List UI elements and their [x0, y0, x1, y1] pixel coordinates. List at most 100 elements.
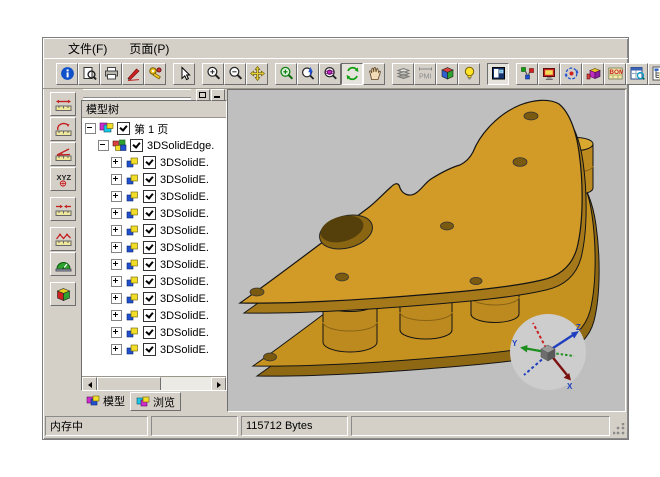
visibility-checkbox[interactable] [143, 309, 156, 322]
rotate-button[interactable] [341, 63, 363, 85]
zoom-in-button[interactable] [202, 63, 224, 85]
visibility-checkbox[interactable] [143, 224, 156, 237]
expand-expander[interactable] [111, 157, 122, 168]
tree-label[interactable]: 第 1 页 [134, 121, 168, 137]
expand-expander[interactable] [111, 174, 122, 185]
menu-page[interactable]: 页面(P) [120, 38, 178, 59]
scrollbar-track[interactable] [161, 377, 211, 390]
markup-button[interactable] [122, 63, 144, 85]
bounding-box-button[interactable] [50, 282, 76, 306]
tree-row-part[interactable]: 3DSolidE. [82, 341, 226, 358]
tree-row-part[interactable]: 3DSolidE. [82, 222, 226, 239]
tree-label[interactable]: 3DSolidEdge. [147, 140, 214, 152]
visibility-checkbox[interactable] [143, 156, 156, 169]
menu-file[interactable]: 文件(F) [59, 38, 116, 59]
expand-expander[interactable] [111, 310, 122, 321]
visibility-checkbox[interactable] [143, 190, 156, 203]
grip-lines[interactable] [83, 89, 191, 98]
tree-row-part[interactable]: 3DSolidE. [82, 307, 226, 324]
tree-label[interactable]: 3DSolidE. [160, 208, 209, 220]
animate-rotate-button[interactable] [560, 63, 582, 85]
model-canvas[interactable]: Z Y X [228, 90, 625, 411]
print-preview-button[interactable] [78, 63, 100, 85]
tree-view-button[interactable] [648, 63, 660, 85]
visibility-checkbox[interactable] [143, 292, 156, 305]
tree-row-page[interactable]: 第 1 页 [82, 120, 226, 137]
model-viewport[interactable]: Z Y X [227, 89, 626, 412]
visibility-checkbox[interactable] [143, 173, 156, 186]
tree-label[interactable]: 3DSolidE. [160, 242, 209, 254]
tree-label[interactable]: 3DSolidE. [160, 191, 209, 203]
tree-row-part[interactable]: 3DSolidE. [82, 256, 226, 273]
print-button[interactable] [100, 63, 122, 85]
scroll-right-button[interactable] [211, 377, 226, 391]
pan-hand-button[interactable] [363, 63, 385, 85]
gauge-button[interactable] [50, 252, 76, 276]
tree-label[interactable]: 3DSolidE. [160, 344, 209, 356]
measure-radius-button[interactable] [50, 117, 76, 141]
zoom-window-button[interactable] [275, 63, 297, 85]
expand-expander[interactable] [111, 276, 122, 287]
visibility-checkbox[interactable] [143, 326, 156, 339]
visibility-checkbox[interactable] [143, 241, 156, 254]
visibility-checkbox[interactable] [143, 275, 156, 288]
explode-button[interactable] [516, 63, 538, 85]
visibility-checkbox[interactable] [143, 343, 156, 356]
collapse-expander[interactable] [98, 140, 109, 151]
tree-label[interactable]: 3DSolidE. [160, 259, 209, 271]
pan-axes-button[interactable] [246, 63, 268, 85]
tree-label[interactable]: 3DSolidE. [160, 174, 209, 186]
tree-row-part[interactable]: 3DSolidE. [82, 188, 226, 205]
tree-row-assembly[interactable]: 3DSolidEdge. [82, 137, 226, 154]
expand-expander[interactable] [111, 208, 122, 219]
panel-maximize-button[interactable] [196, 89, 210, 101]
scrollbar-thumb[interactable] [97, 377, 161, 391]
tab-model[interactable]: 模型 [81, 392, 130, 409]
expand-expander[interactable] [111, 344, 122, 355]
measure-gap-button[interactable] [50, 197, 76, 221]
visibility-checkbox[interactable] [117, 122, 130, 135]
expand-expander[interactable] [111, 259, 122, 270]
tree-label[interactable]: 3DSolidE. [160, 327, 209, 339]
expand-expander[interactable] [111, 327, 122, 338]
select-button[interactable] [173, 63, 195, 85]
panel-toggle-button[interactable] [487, 63, 509, 85]
tree-label[interactable]: 3DSolidE. [160, 293, 209, 305]
tree-label[interactable]: 3DSolidE. [160, 276, 209, 288]
panel-grip[interactable] [81, 89, 227, 100]
orbit-magnifier-button[interactable] [319, 63, 341, 85]
tree-row-part[interactable]: 3DSolidE. [82, 290, 226, 307]
visibility-checkbox[interactable] [143, 207, 156, 220]
expand-expander[interactable] [111, 191, 122, 202]
visibility-checkbox[interactable] [143, 258, 156, 271]
screen-capture-button[interactable] [538, 63, 560, 85]
tree-row-part[interactable]: 3DSolidE. [82, 171, 226, 188]
coordinate-xyz-button[interactable]: XYZ [50, 167, 76, 191]
keys-button[interactable] [144, 63, 166, 85]
tree-horizontal-scrollbar[interactable] [82, 376, 226, 390]
panel-hide-button[interactable] [211, 89, 225, 101]
layers-button[interactable] [392, 63, 414, 85]
tree-label[interactable]: 3DSolidE. [160, 225, 209, 237]
expand-expander[interactable] [111, 293, 122, 304]
info-button[interactable] [56, 63, 78, 85]
report-table-button[interactable] [626, 63, 648, 85]
scroll-left-button[interactable] [82, 377, 97, 391]
view-cube-button[interactable] [436, 63, 458, 85]
tree-label[interactable]: 3DSolidE. [160, 310, 209, 322]
expand-expander[interactable] [111, 225, 122, 236]
bom-button[interactable]: BOM [604, 63, 626, 85]
zoom-out-button[interactable] [224, 63, 246, 85]
measure-polyline-button[interactable] [50, 227, 76, 251]
visibility-checkbox[interactable] [130, 139, 143, 152]
light-button[interactable] [458, 63, 480, 85]
resize-grip[interactable] [613, 423, 626, 436]
zoom-pointer-button[interactable] [297, 63, 319, 85]
tree-row-part[interactable]: 3DSolidE. [82, 205, 226, 222]
tree-label[interactable]: 3DSolidE. [160, 157, 209, 169]
solid-box-button[interactable] [582, 63, 604, 85]
tree-row-part[interactable]: 3DSolidE. [82, 154, 226, 171]
measure-angle-button[interactable] [50, 142, 76, 166]
measure-distance-button[interactable] [50, 92, 76, 116]
axis-triad[interactable]: Z Y X [510, 314, 586, 391]
